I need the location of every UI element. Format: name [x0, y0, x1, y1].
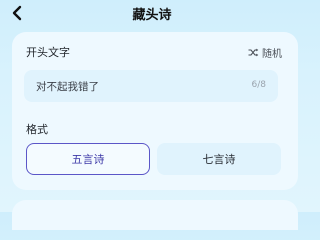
character-counter: 6/8 — [251, 80, 266, 90]
opening-text-value[interactable]: 对不起我错了 — [36, 79, 99, 94]
random-button[interactable]: 随机 — [248, 45, 282, 60]
page-title: 藏头诗 — [132, 8, 172, 23]
opening-text-input[interactable]: 对不起我错了 6/8 — [24, 70, 278, 102]
format-option-seven-char[interactable]: 七言诗 — [157, 143, 281, 175]
random-label: 随机 — [262, 49, 282, 60]
opening-text-label: 开头文字 — [26, 46, 70, 59]
shuffle-icon — [248, 48, 259, 57]
next-section-card — [12, 200, 298, 230]
top-bar: 藏头诗 — [0, 0, 304, 30]
format-option-five-char[interactable]: 五言诗 — [26, 143, 150, 175]
format-label: 格式 — [26, 123, 48, 136]
